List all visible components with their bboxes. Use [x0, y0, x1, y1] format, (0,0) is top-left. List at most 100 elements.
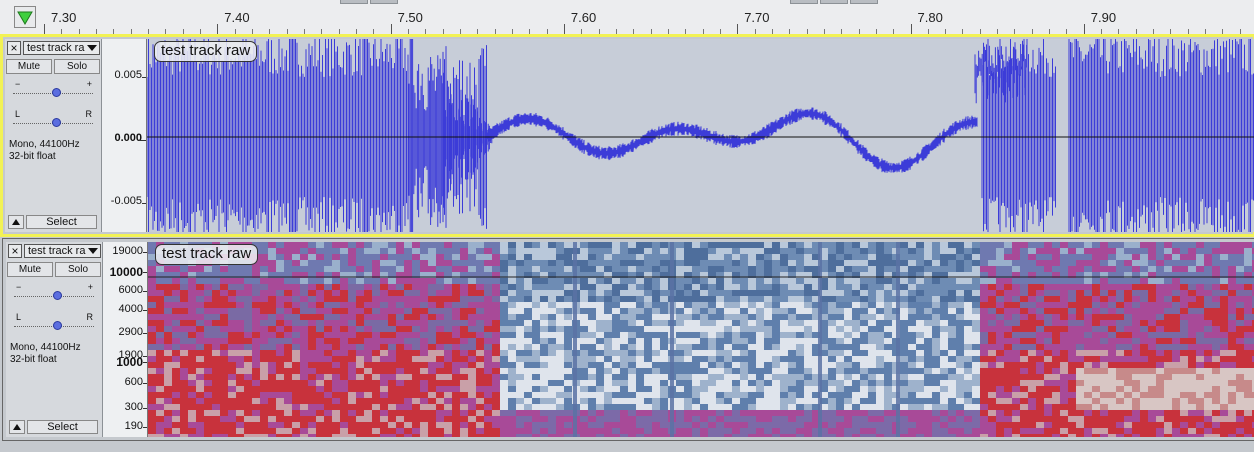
- spectrogram-cell: [836, 362, 844, 368]
- timeline-minor-tick: [581, 29, 583, 34]
- spectrogram-cell: [244, 380, 252, 386]
- timeline-tick: [1083, 24, 1085, 34]
- spectrogram-cell: [308, 320, 316, 326]
- collapse-icon[interactable]: [8, 215, 24, 229]
- spectrogram-cell: [732, 398, 740, 404]
- spectrogram-cell: [836, 242, 844, 248]
- spectrogram-cell: [1020, 290, 1028, 296]
- timeline-minor-tick: [61, 29, 63, 34]
- spectrogram-cell: [652, 242, 660, 248]
- track-name-menu[interactable]: test track ra: [23, 41, 100, 55]
- spectrogram-cell: [1140, 404, 1148, 410]
- spectrogram-cell: [324, 356, 332, 362]
- spectrogram-cell: [268, 254, 276, 260]
- close-icon[interactable]: ×: [8, 244, 22, 258]
- solo-button[interactable]: Solo: [54, 59, 100, 74]
- gain-slider[interactable]: [13, 88, 93, 98]
- select-button[interactable]: Select: [27, 420, 98, 434]
- spectrogram-cell: [316, 380, 324, 386]
- spectrogram-cell: [1028, 302, 1036, 308]
- pan-slider[interactable]: [13, 118, 93, 128]
- spectrogram-cell: [860, 410, 868, 416]
- spectrogram-cell: [340, 254, 348, 260]
- spectrogram-cell: [1092, 404, 1100, 410]
- spectrogram-cell: [308, 344, 316, 350]
- timeline-minor-tick: [407, 29, 409, 34]
- spectrogram-cell: [628, 434, 636, 437]
- spectrogram-cell: [940, 356, 948, 362]
- gain-slider[interactable]: [14, 291, 94, 301]
- spectrogram-cell: [796, 302, 804, 308]
- pan-slider[interactable]: [14, 321, 94, 331]
- spectrogram-cell: [372, 326, 380, 332]
- spectrogram-cell: [1244, 332, 1252, 338]
- spectrogram-cell: [764, 368, 772, 374]
- spectrogram-cell: [412, 332, 420, 338]
- spectrogram-cell: [844, 242, 852, 248]
- spectrogram-cell: [780, 434, 788, 437]
- timeline-minor-tick: [893, 29, 895, 34]
- spectrogram-track[interactable]: × test track ra Mute Solo − + L R Mono, …: [2, 238, 1254, 441]
- spectrogram-cell: [708, 242, 716, 248]
- spectrogram-cell: [1204, 254, 1212, 260]
- spectrogram-cell: [516, 332, 524, 338]
- pan-slider-thumb[interactable]: [52, 118, 61, 127]
- mute-button[interactable]: Mute: [6, 59, 52, 74]
- spectrogram-cell: [236, 266, 244, 272]
- spectrogram-cell: [644, 410, 652, 416]
- spectrogram-cell: [1204, 320, 1212, 326]
- collapse-icon[interactable]: [9, 420, 25, 434]
- spectrogram-cell: [524, 416, 532, 422]
- spectrogram-cell: [340, 308, 348, 314]
- spectrogram-cell: [316, 386, 324, 392]
- spectrogram-cell: [716, 248, 724, 254]
- spectrogram-cell: [788, 410, 796, 416]
- spectrogram-cell: [156, 416, 164, 422]
- spectrogram-cell: [412, 428, 420, 434]
- spectrogram-cell: [1132, 398, 1140, 404]
- mute-button[interactable]: Mute: [7, 262, 53, 277]
- spectrogram-cell: [740, 416, 748, 422]
- spectrogram-cell: [1204, 326, 1212, 332]
- select-button[interactable]: Select: [26, 215, 97, 229]
- spectrogram-cell: [900, 332, 908, 338]
- spectrogram-cell: [1148, 362, 1156, 368]
- spectrogram-cell: [260, 314, 268, 320]
- spectrogram-cell: [652, 260, 660, 266]
- spectrogram-cell: [716, 254, 724, 260]
- solo-button[interactable]: Solo: [55, 262, 101, 277]
- spectrogram-cell: [580, 242, 588, 248]
- timeline-ruler[interactable]: 7.30 7.40 7.50 7.60 7.70 7.80 7.90: [0, 0, 1254, 35]
- spectrogram-cell: [764, 362, 772, 368]
- spectrogram-cell: [1012, 398, 1020, 404]
- spectrogram-cell: [244, 290, 252, 296]
- track-name-menu[interactable]: test track ra: [24, 244, 101, 258]
- gain-slider-thumb[interactable]: [52, 88, 61, 97]
- gain-slider-thumb[interactable]: [53, 291, 62, 300]
- spectrogram-cell: [660, 422, 668, 428]
- spectrogram-cell: [1108, 428, 1116, 434]
- pan-slider-thumb[interactable]: [53, 321, 62, 330]
- spectrogram-cell: [500, 278, 508, 284]
- spectrogram-cell: [1220, 254, 1228, 260]
- waveform-track[interactable]: × test track ra Mute Solo − + L R Mono, …: [0, 34, 1254, 237]
- spectrogram-cell: [1108, 332, 1116, 338]
- spectrogram-cell: [380, 260, 388, 266]
- spectrogram-cell: [1228, 386, 1236, 392]
- spectrogram-cell: [156, 314, 164, 320]
- timeline-minor-tick: [165, 29, 167, 34]
- spectrogram-cell: [884, 278, 892, 284]
- spectrogram-cell: [1004, 248, 1012, 254]
- spectrogram-cell: [396, 434, 404, 437]
- spectrogram-canvas[interactable]: test track raw: [148, 242, 1254, 437]
- spectrogram-cell: [212, 416, 220, 422]
- play-region-icon[interactable]: [14, 6, 36, 28]
- spectrogram-cell: [932, 308, 940, 314]
- spectrogram-cell: [868, 344, 876, 350]
- waveform-canvas[interactable]: test track raw: [147, 39, 1254, 232]
- spectrogram-cell: [1196, 368, 1204, 374]
- spectrogram-cell: [1180, 302, 1188, 308]
- spectrogram-cell: [588, 278, 596, 284]
- close-icon[interactable]: ×: [7, 41, 21, 55]
- spectrogram-cell: [924, 308, 932, 314]
